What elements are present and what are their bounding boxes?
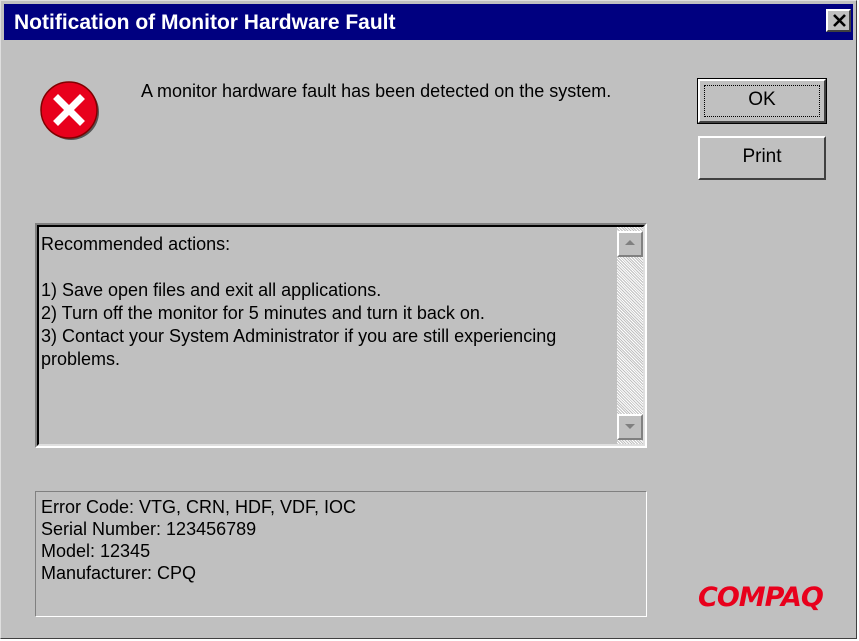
- device-info-text: Error Code: VTG, CRN, HDF, VDF, IOC Seri…: [41, 496, 356, 584]
- print-button-label: Print: [742, 146, 782, 167]
- ok-button[interactable]: OK: [697, 78, 827, 124]
- manufacturer: Manufacturer: CPQ: [41, 563, 197, 583]
- recommended-actions-text: Recommended actions: 1) Save open files …: [41, 233, 607, 371]
- compaq-logo: COMPAQ: [698, 582, 824, 613]
- model: Model: 12345: [41, 541, 151, 561]
- action-item: 2) Turn off the monitor for 5 minutes an…: [41, 303, 485, 323]
- close-button[interactable]: [826, 9, 851, 32]
- arrow-up-icon: [625, 240, 635, 245]
- vertical-scrollbar[interactable]: [617, 227, 643, 444]
- recommended-actions-frame: Recommended actions: 1) Save open files …: [37, 225, 645, 446]
- error-icon: [40, 81, 99, 140]
- print-button[interactable]: Print: [698, 136, 826, 180]
- arrow-down-icon: [625, 424, 635, 429]
- serial-number: Serial Number: 123456789: [41, 519, 257, 539]
- action-item: 3) Contact your System Administrator if …: [41, 326, 557, 369]
- window-title: Notification of Monitor Hardware Fault: [14, 11, 396, 34]
- close-icon: [833, 14, 846, 27]
- scroll-down-button[interactable]: [617, 414, 643, 440]
- recommended-actions-textbox[interactable]: Recommended actions: 1) Save open files …: [35, 223, 647, 448]
- focus-rectangle: [704, 85, 820, 117]
- scroll-up-button[interactable]: [617, 231, 643, 257]
- error-message: A monitor hardware fault has been detect…: [141, 81, 612, 101]
- device-info-panel: Error Code: VTG, CRN, HDF, VDF, IOC Seri…: [35, 491, 647, 617]
- error-code: Error Code: VTG, CRN, HDF, VDF, IOC: [41, 497, 357, 517]
- action-item: 1) Save open files and exit all applicat…: [41, 280, 382, 300]
- dialog-window: Notification of Monitor Hardware Fault A…: [0, 0, 857, 639]
- title-bar[interactable]: Notification of Monitor Hardware Fault: [4, 4, 853, 40]
- actions-heading: Recommended actions:: [41, 234, 231, 254]
